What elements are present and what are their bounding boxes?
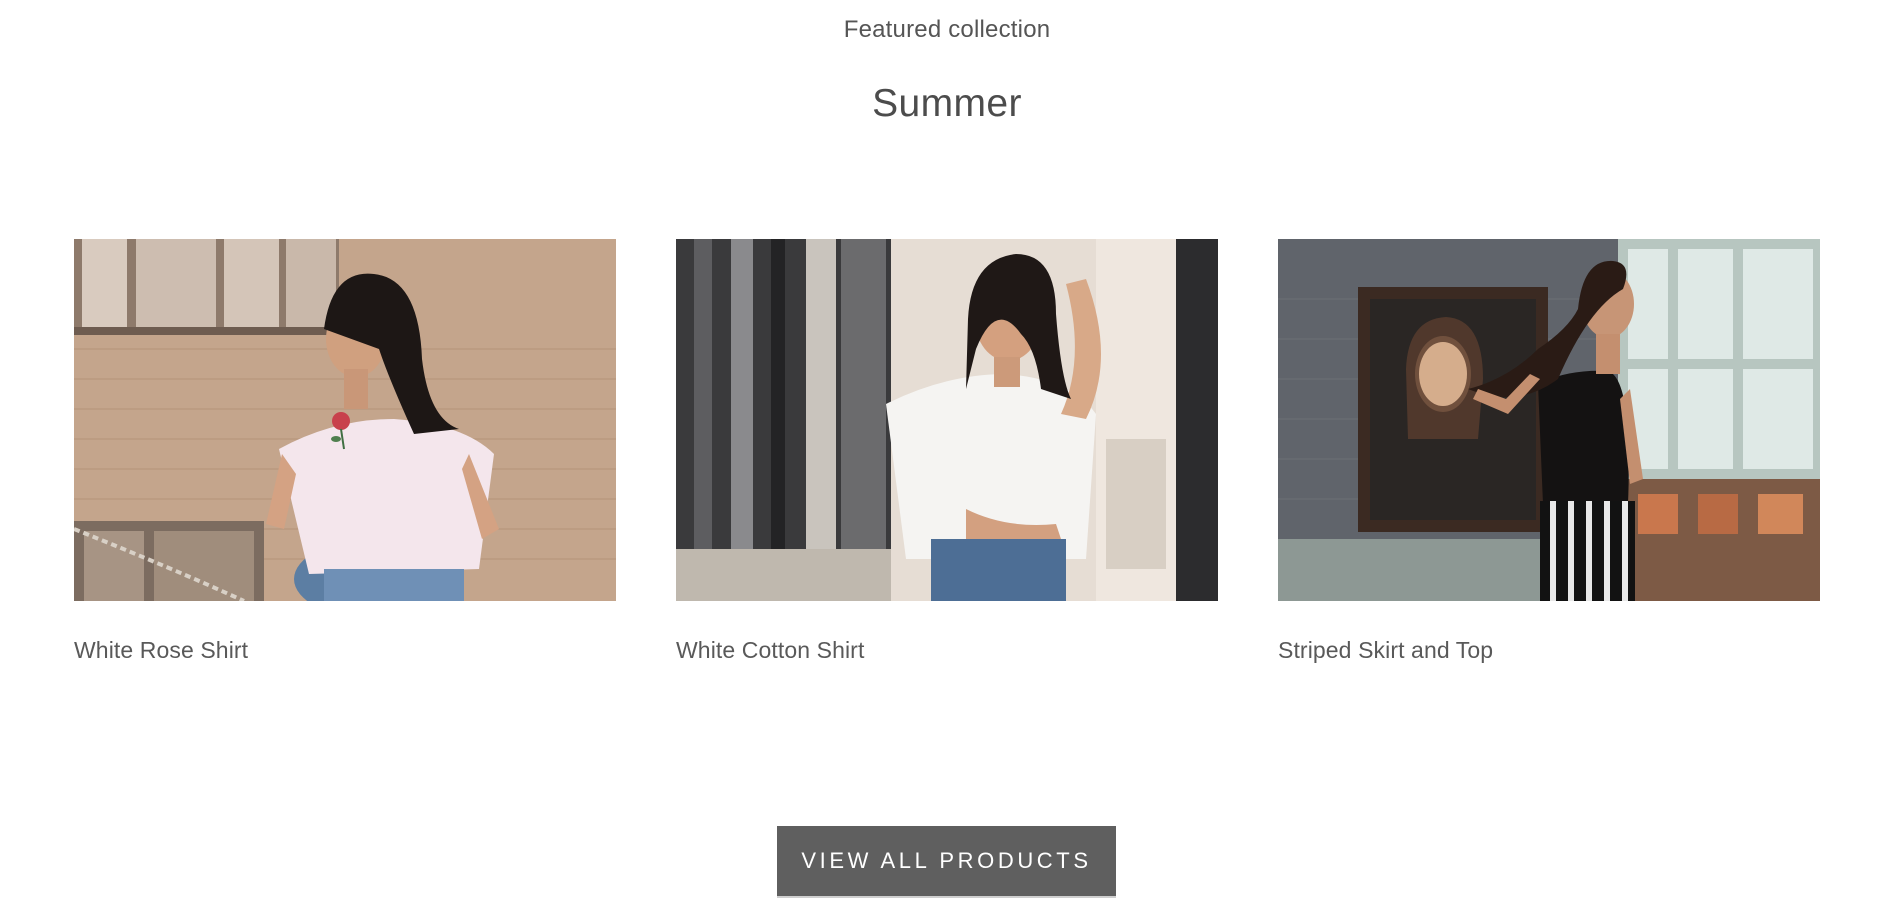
- product-image-white-rose-shirt[interactable]: [74, 239, 616, 601]
- product-grid: White Rose Shirt White Cotton Shirt Stri…: [74, 239, 1820, 664]
- product-image-striped-skirt-and-top[interactable]: [1278, 239, 1820, 601]
- product-card-white-cotton-shirt[interactable]: White Cotton Shirt: [676, 239, 1218, 664]
- view-all-products-button[interactable]: VIEW ALL PRODUCTS: [777, 826, 1116, 898]
- section-title: Summer: [872, 82, 1022, 125]
- product-title[interactable]: White Cotton Shirt: [676, 637, 1218, 664]
- product-image-white-cotton-shirt[interactable]: [676, 239, 1218, 601]
- product-title[interactable]: Striped Skirt and Top: [1278, 637, 1820, 664]
- section-eyebrow: Featured collection: [843, 16, 1051, 43]
- product-card-striped-skirt-and-top[interactable]: Striped Skirt and Top: [1278, 239, 1820, 664]
- product-title[interactable]: White Rose Shirt: [74, 637, 616, 664]
- product-card-white-rose-shirt[interactable]: White Rose Shirt: [74, 239, 616, 664]
